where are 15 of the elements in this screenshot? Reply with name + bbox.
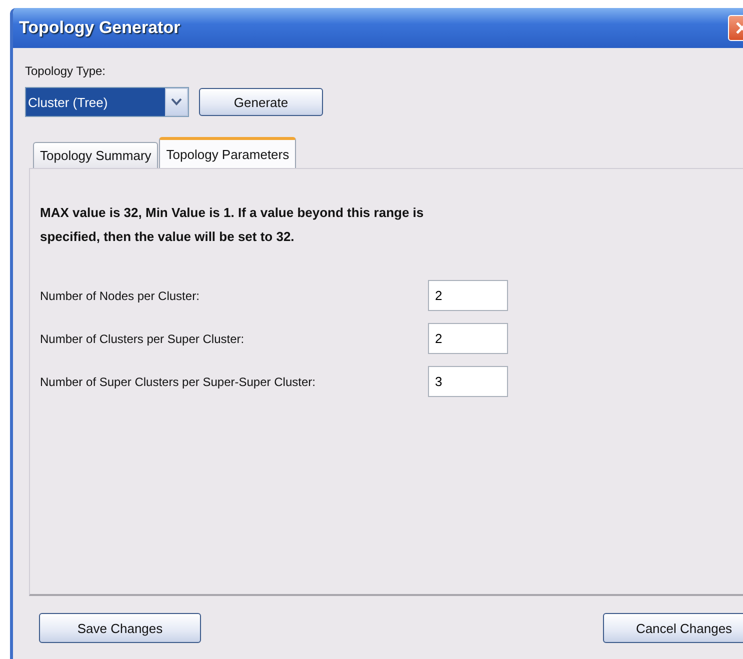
topology-type-dropdown[interactable]: Cluster (Tree) xyxy=(25,87,189,117)
parameter-label: Number of Clusters per Super Cluster: xyxy=(40,332,246,346)
topology-type-label: Topology Type: xyxy=(25,64,107,78)
range-message: MAX value is 32, Min Value is 1. If a value beyond this range is specified, then the value will be set to 32. xyxy=(40,204,425,246)
window-title: Topology Generator xyxy=(19,18,180,38)
save-button[interactable]: Save Changes xyxy=(39,613,201,643)
parameter-label: Number of Super Clusters per Super-Super Cluster: xyxy=(40,374,316,388)
generate-button[interactable]: Generate xyxy=(199,88,323,116)
parameter-input[interactable]: 3 xyxy=(428,366,508,397)
cancel-button[interactable]: Cancel Changes xyxy=(603,613,743,643)
parameter-input[interactable]: 2 xyxy=(428,280,508,311)
tab[interactable]: Topology Parameters xyxy=(159,137,296,168)
tab[interactable]: Topology Summary xyxy=(33,142,158,168)
parameter-input[interactable]: 2 xyxy=(428,323,508,354)
parameter-label: Number of Nodes per Cluster: xyxy=(40,288,200,302)
